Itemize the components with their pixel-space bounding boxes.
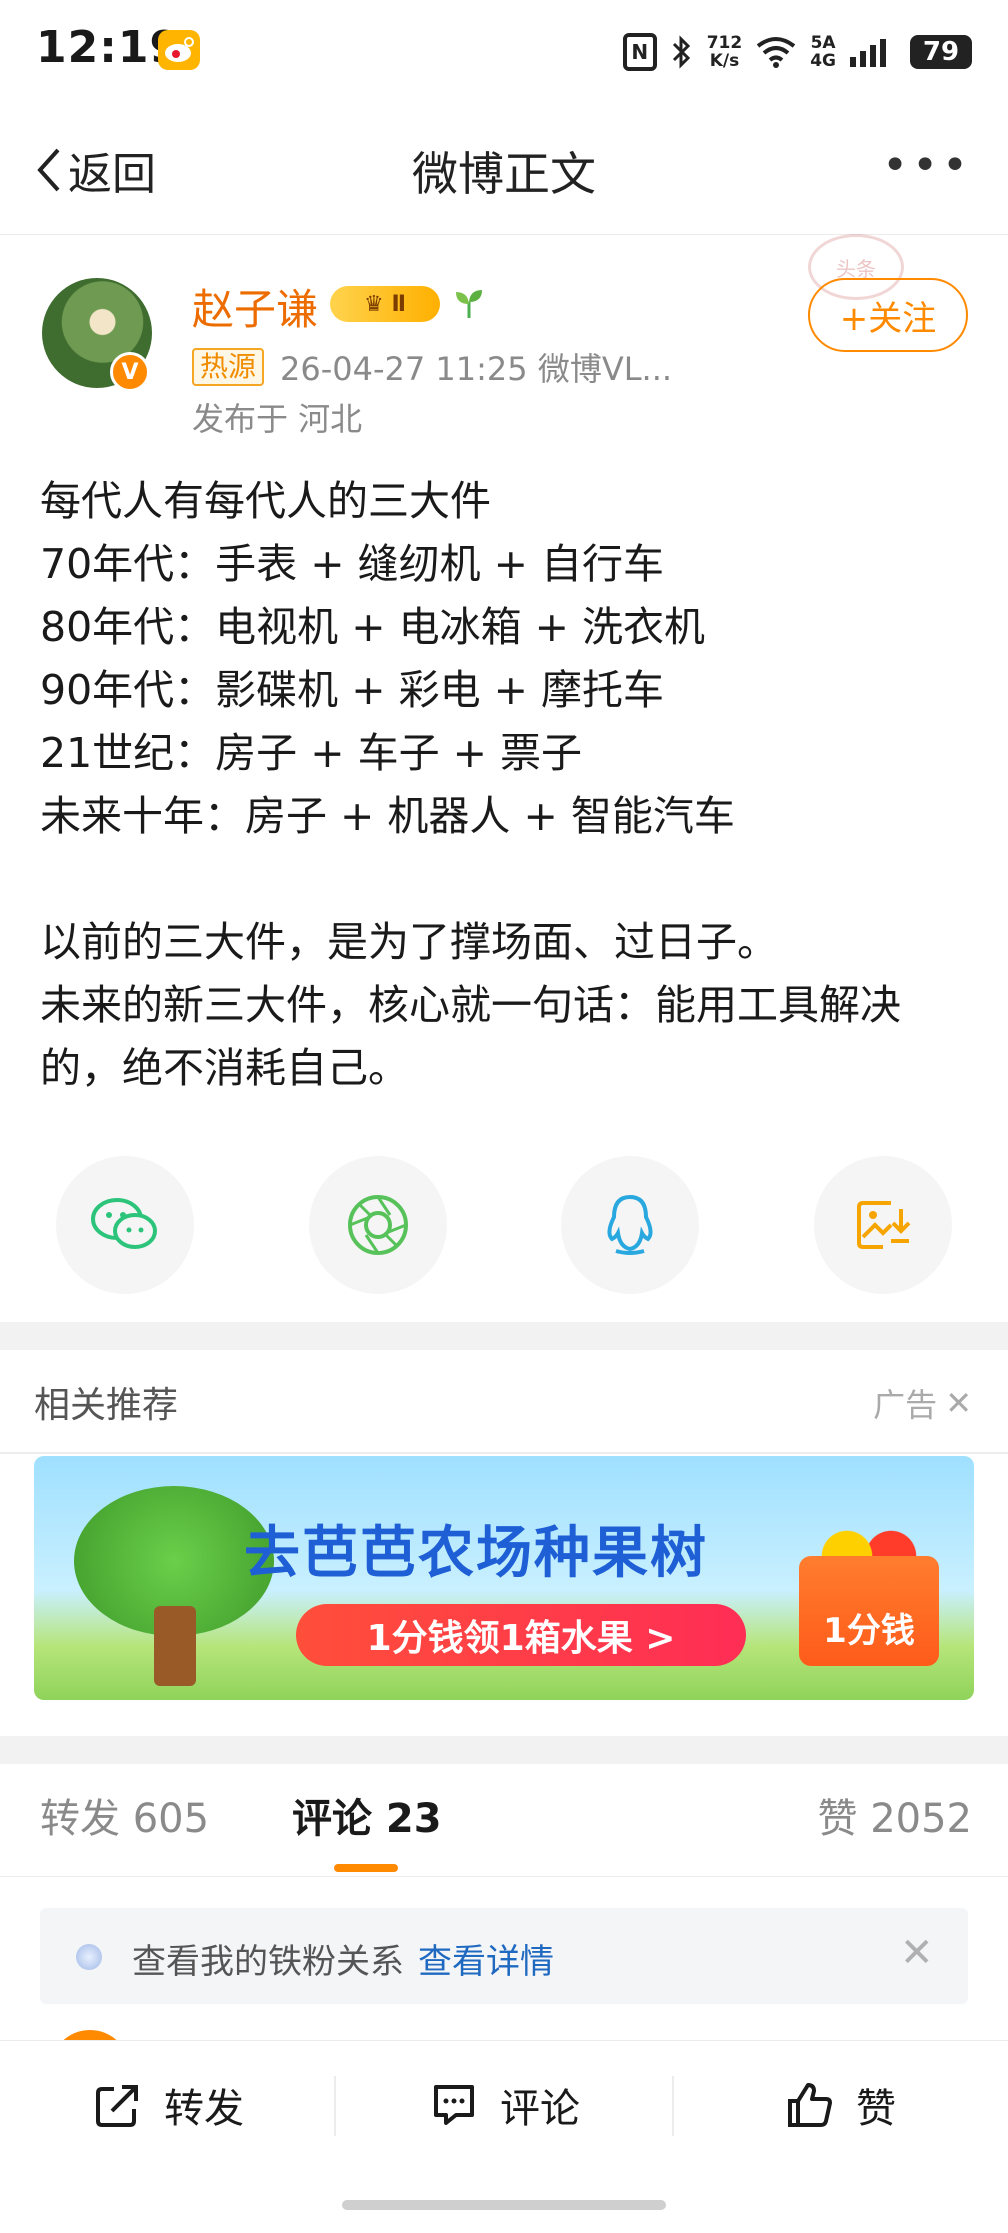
view-details-link[interactable]: 查看详情 <box>418 1934 554 1983</box>
post-meta: 26-04-27 11:25 微博VL... <box>280 350 673 388</box>
battery-indicator: 79 <box>910 35 972 69</box>
save-image-button[interactable] <box>813 1156 952 1294</box>
tab-comment[interactable]: 评论 23 <box>292 1786 442 1844</box>
ad-headline: 去芭芭农场种果树 <box>244 1521 708 1586</box>
share-qq-button[interactable] <box>561 1156 700 1294</box>
repost-label: 转发 <box>164 2086 244 2132</box>
save-image-icon <box>856 1201 911 1249</box>
comment-label: 评论 <box>500 2086 580 2132</box>
weibo-notification-icon <box>158 30 200 70</box>
post-location: 发布于 河北 <box>192 400 363 438</box>
hot-source-tag: 热源 <box>192 348 265 386</box>
bottom-separator <box>334 2076 336 2136</box>
tab-like[interactable]: 赞 2052 <box>817 1786 972 1844</box>
close-icon[interactable]: ✕ <box>900 1930 934 1976</box>
author-name[interactable]: 赵子谦 <box>192 276 318 337</box>
ad-label: 广告 ✕ <box>873 1384 972 1424</box>
follow-button[interactable]: +关注 <box>808 278 968 352</box>
signal-type: 5A 4G <box>810 33 836 71</box>
like-button[interactable]: 赞 <box>786 2076 896 2134</box>
tabs-divider <box>0 1876 1008 1877</box>
related-recommend-title: 相关推荐 <box>34 1385 179 1426</box>
section-divider <box>0 1322 1008 1350</box>
ad-banner[interactable]: 去芭芭农场种果树 1分钱领1箱水果 > 1分钱 <box>34 1456 974 1700</box>
bluetooth-icon <box>672 35 690 69</box>
network-speed: 712 K/s <box>706 33 743 71</box>
fan-badge-icon <box>76 1944 102 1970</box>
tree-trunk <box>154 1606 196 1686</box>
share-row <box>56 1156 952 1294</box>
sprout-icon[interactable] <box>452 286 486 328</box>
recommend-divider <box>0 1452 1008 1454</box>
share-arrow-icon <box>96 2085 138 2127</box>
repost-button[interactable]: 转发 <box>94 2076 244 2134</box>
ad-cta-button[interactable]: 1分钱领1箱水果 > <box>296 1604 746 1666</box>
fan-relation-text: 查看我的铁粉关系 <box>132 1942 404 1982</box>
ad-close-icon[interactable]: ✕ <box>945 1384 972 1422</box>
home-indicator[interactable] <box>342 2200 666 2210</box>
verified-badge-icon: V <box>110 352 150 392</box>
wechat-icon <box>91 1198 157 1249</box>
section-divider <box>0 1736 1008 1764</box>
fruit-box-label: 1分钱 <box>799 1556 939 1666</box>
more-options-button[interactable]: ••• <box>882 140 972 191</box>
signal-bars-icon <box>850 39 886 67</box>
share-wechat-button[interactable] <box>56 1156 194 1294</box>
status-indicators: N 712 K/s 5A 4G 79 <box>622 28 972 76</box>
member-level-badge[interactable]: ♛ Ⅱ <box>330 286 440 322</box>
wifi-icon <box>756 37 796 68</box>
active-tab-indicator <box>334 1864 398 1872</box>
post-body: 每代人有每代人的三大件 70年代：手表 + 缝纫机 + 自行车 80年代：电视机… <box>40 477 901 1092</box>
qq-penguin-icon <box>607 1194 653 1255</box>
nfc-icon: N <box>622 33 657 71</box>
like-label: 赞 <box>856 2086 896 2132</box>
comment-bubble-icon <box>434 2085 474 2125</box>
share-moments-button[interactable] <box>308 1156 447 1294</box>
bottom-separator <box>672 2076 674 2136</box>
moments-shutter-icon <box>347 1195 408 1255</box>
crown-icon: ♛ <box>364 291 392 317</box>
comment-button[interactable]: 评论 <box>430 2076 580 2134</box>
tab-repost[interactable]: 转发 605 <box>40 1786 209 1844</box>
thumbs-up-icon <box>788 2083 832 2127</box>
page-title: 微博正文 <box>412 147 596 201</box>
